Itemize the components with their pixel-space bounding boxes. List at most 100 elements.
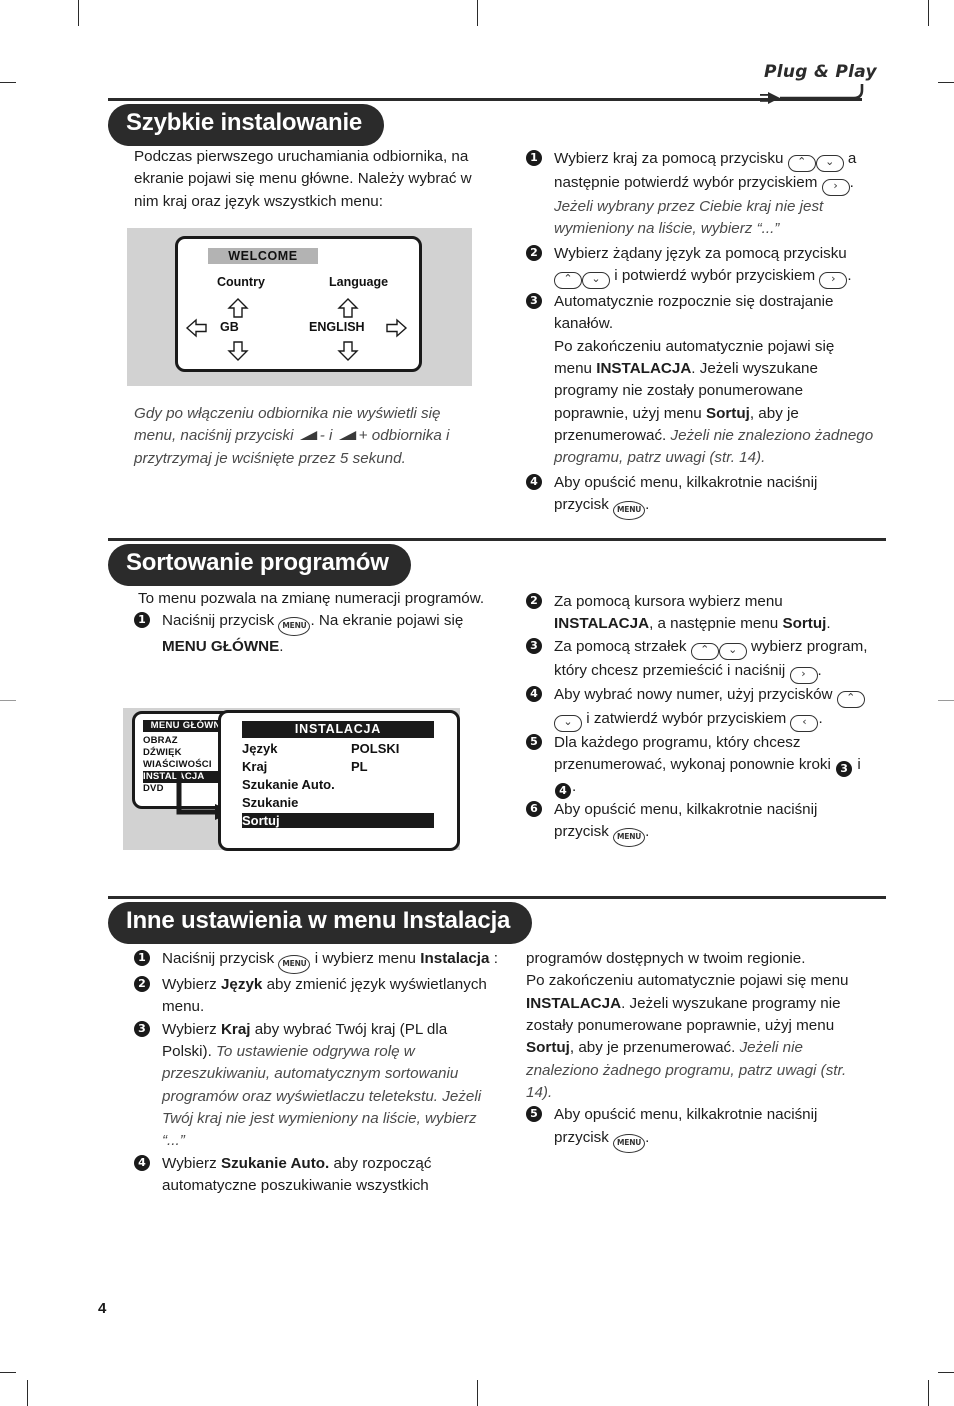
crop-mark-top-right [928, 0, 929, 26]
s3-step-5: 5 Aby opuścić menu, kilkakrotnie naciśni… [526, 1104, 874, 1153]
s3-step1-text-a: Naciśnij przycisk [162, 950, 275, 967]
welcome-country-label: Country [217, 275, 265, 289]
instalacja-row-sortuj[interactable]: Sortuj [242, 813, 434, 828]
s2-step-4: 4 Aby wybrać nowy numer, użyj przycisków… [526, 684, 874, 732]
country-up-arrow-icon [227, 298, 249, 318]
country-down-arrow-icon [227, 341, 249, 361]
s2-step6-text-c: . [645, 823, 650, 841]
s2-step2-text-c: . [826, 615, 831, 633]
welcome-country-value: GB [220, 320, 239, 334]
s3-step5-text-b: . [645, 1128, 650, 1146]
instalacja-value-kraj: PL [351, 759, 368, 774]
s1-step-list: 1 Wybierz kraj za pomocą przycisku ⌃ ⌄ a … [526, 148, 874, 521]
key-down-icon: ⌄ [815, 155, 844, 172]
step-number-badge: 4 [134, 1154, 150, 1171]
s2-step1-text-b: . Na ekranie pojawi się [310, 612, 464, 630]
plug-and-play-logo: Plug & Play [758, 62, 878, 108]
volume-down-icon [299, 431, 317, 441]
step-number-badge: 4 [526, 473, 542, 490]
key-up-icon: ⌃ [836, 690, 865, 708]
s1-step2-text-c: . [847, 267, 852, 285]
s3-step3-text-a: Wybierz [162, 1020, 217, 1038]
s1-step1-italic: Jeżeli wybrany przez Ciebie kraj nie jes… [554, 198, 824, 238]
s3-step4-text-a: Wybierz [162, 1154, 217, 1172]
main-menu-item-obraz[interactable]: OBRAZ [143, 735, 178, 747]
language-down-arrow-icon [337, 341, 359, 361]
s3-step-2: 2 Wybierz Język aby zmienić język wyświe… [134, 974, 499, 1019]
s3-right-step-list: 5 Aby opuścić menu, kilkakrotnie naciśni… [526, 1104, 874, 1153]
s2-step4-text-b: i zatwierdź wybór przyciskiem [586, 709, 787, 727]
s3-step2-bold: Język [220, 976, 263, 993]
s1-step3-bold-1: INSTALACJA [596, 360, 692, 378]
key-menu-icon: MENU [613, 501, 646, 521]
section-title-sortowanie-programow: Sortowanie programów [108, 544, 411, 586]
s1-step2-text-b: i potwierdź wybór przyciskiem [614, 267, 816, 285]
s2-step-6: 6 Aby opuścić menu, kilkakrotnie naciśni… [526, 799, 874, 848]
instalacja-row-szukanie[interactable]: Szukanie [242, 795, 298, 810]
manual-page: Plug & Play Szybkie instalowanie Podczas… [0, 0, 954, 1406]
s1-note: Gdy po włączeniu odbiornika nie wyświetl… [134, 403, 464, 470]
s3-right: programów dostępnych w twoim regionie. P… [526, 948, 874, 1153]
main-menu-item-dvd[interactable]: DVD [143, 783, 164, 795]
s1-step-1: 1 Wybierz kraj za pomocą przycisku ⌃ ⌄ a … [526, 148, 874, 241]
key-menu-icon: MENU [613, 828, 646, 848]
s3-step4-bold: Szukanie Auto. [220, 1154, 330, 1172]
key-up-icon: ⌃ [554, 272, 582, 290]
s2-step-list: 2 Za pomocą kursora wybierz menu INSTALA… [526, 591, 874, 848]
crop-mark-left-top [0, 82, 16, 83]
step-number-badge: 1 [134, 950, 150, 966]
s2-step5-text-a: Dla każdego programu, który chcesz przen… [554, 733, 831, 774]
s3-step5-text-a: Aby opuścić menu, kilkakrotnie naciśnij … [554, 1106, 818, 1146]
s3-left-steps: 1 Naciśnij przycisk MENU i wybierz menu … [134, 948, 499, 1197]
s3-step1-text-c: : [493, 950, 498, 967]
s1-steps: 1 Wybierz kraj za pomocą przycisku ⌃ ⌄ a … [526, 148, 874, 521]
instalacja-row-szukanie-auto[interactable]: Szukanie Auto. [242, 777, 335, 792]
welcome-language-label: Language [329, 275, 389, 289]
key-down-icon: ⌄ [554, 714, 582, 732]
s3-step-list: 1 Naciśnij przycisk MENU i wybierz menu … [134, 948, 499, 1197]
s2-left: To menu pozwala na zmianę numeracji prog… [134, 588, 486, 659]
step-number-badge: 5 [526, 1106, 542, 1123]
crop-mark-top-left [78, 0, 79, 26]
instalacja-row-jezyk[interactable]: Język [242, 741, 277, 756]
crop-mark-right-bottom [938, 1372, 954, 1373]
registration-mark-left-middle [0, 700, 16, 701]
instalacja-panel-screen: INSTALACJA Język POLSKI Kraj PL Szukanie… [218, 710, 460, 851]
s2-step-2: 2 Za pomocą kursora wybierz menu INSTALA… [526, 591, 874, 636]
s2-intro-text: To menu pozwala na zmianę numeracji prog… [138, 590, 485, 607]
crop-mark-bottom-left [27, 1380, 28, 1406]
step-number-badge: 3 [526, 293, 542, 310]
s3-cont-block: programów dostępnych w twoim regionie. P… [526, 948, 874, 1104]
sort-menu-figure: MENU GŁÓWNE OBRAZ DŹWIĘK WIAŚCIWOŚCI INS… [123, 708, 460, 851]
s1-step-3: 3 Automatycznie rozpocznie się dostrajan… [526, 291, 874, 470]
s3-cont-a: programów dostępnych w twoim regionie. [526, 950, 806, 967]
section-rule [108, 896, 886, 899]
s3-cont-bold-1: INSTALACJA [526, 994, 622, 1012]
s2-step2-bold-2: Sortuj [782, 615, 827, 633]
crop-mark-right-top [938, 82, 954, 83]
key-right-icon: › [821, 179, 850, 196]
welcome-language-value: ENGLISH [309, 320, 365, 334]
crop-mark-left-bottom [0, 1372, 16, 1373]
s3-cont-d: , aby je przenumerować. [569, 1039, 736, 1057]
s2-step2-text-b: , a następnie menu [649, 615, 779, 633]
language-right-arrow-icon [386, 318, 408, 338]
step-number-badge: 1 [526, 150, 542, 166]
s3-step1-text-b: i wybierz menu [314, 950, 417, 967]
s2-step-1: 1 Naciśnij przycisk MENU. Na ekranie poj… [134, 610, 486, 658]
s2-step-5: 5 Dla każdego programu, który chcesz prz… [526, 732, 874, 800]
key-up-icon: ⌃ [787, 155, 816, 172]
step-number-badge: 2 [526, 244, 542, 261]
section-title-szybkie-instalowanie: Szybkie instalowanie [108, 104, 385, 146]
s2-step2-text-a: Za pomocą kursora wybierz menu [554, 593, 783, 610]
plug-and-play-label: Plug & Play [764, 62, 877, 82]
instalacja-row-kraj[interactable]: Kraj [242, 759, 267, 774]
s1-note-mid: - i [319, 427, 333, 445]
s2-step5-text-c: . [572, 778, 577, 796]
s3-cont-bold-2: Sortuj [526, 1039, 570, 1057]
step-number-badge: 5 [526, 733, 542, 750]
section-rule [108, 538, 886, 541]
main-menu-item-dzwiek[interactable]: DŹWIĘK [143, 747, 182, 759]
key-menu-icon: MENU [613, 1133, 646, 1153]
key-menu-icon: MENU [278, 955, 311, 974]
